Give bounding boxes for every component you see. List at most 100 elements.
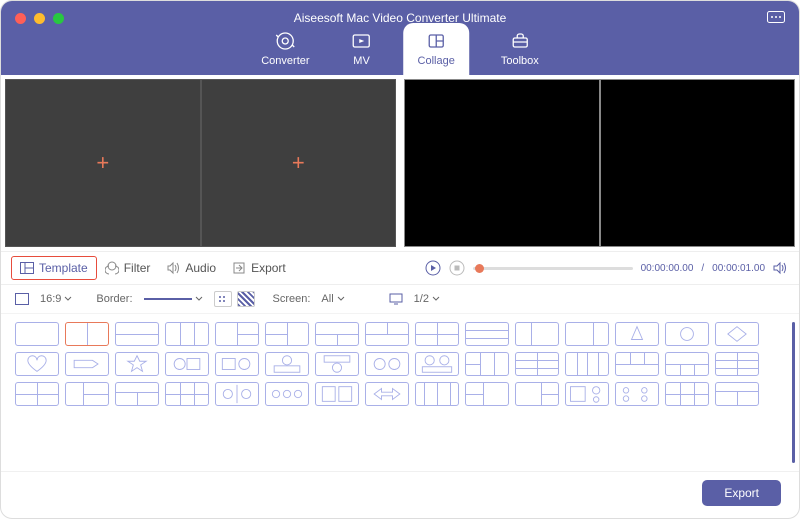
template-item[interactable] (215, 382, 259, 406)
template-item[interactable] (15, 322, 59, 346)
template-scrollbar[interactable] (792, 322, 795, 463)
template-item[interactable] (615, 352, 659, 376)
mv-icon (352, 31, 372, 51)
collage-canvas: + + (1, 75, 400, 251)
slider-knob[interactable] (475, 264, 484, 273)
template-item[interactable] (565, 322, 609, 346)
template-item[interactable] (65, 322, 109, 346)
template-item[interactable] (15, 352, 59, 376)
template-item[interactable] (165, 382, 209, 406)
preview-area: + + (1, 75, 799, 251)
template-item[interactable] (715, 382, 759, 406)
audio-icon (166, 261, 180, 275)
template-item[interactable] (465, 382, 509, 406)
screen-label: Screen: (273, 293, 311, 305)
template-item[interactable] (215, 322, 259, 346)
play-button[interactable] (425, 260, 441, 276)
template-item[interactable] (65, 352, 109, 376)
template-item[interactable] (165, 352, 209, 376)
template-item[interactable] (465, 352, 509, 376)
tab-label: Audio (185, 261, 216, 275)
monitor-icon (389, 293, 403, 305)
template-item[interactable] (315, 352, 359, 376)
app-title: Aiseesoft Mac Video Converter Ultimate (1, 1, 799, 25)
feedback-icon[interactable] (767, 11, 785, 30)
nav-label: Toolbox (501, 55, 539, 67)
nav-label: Collage (418, 55, 455, 67)
template-item[interactable] (665, 382, 709, 406)
stop-button[interactable] (449, 260, 465, 276)
tab-audio[interactable]: Audio (158, 257, 224, 279)
template-item[interactable] (315, 322, 359, 346)
template-item[interactable] (215, 352, 259, 376)
tab-filter[interactable]: Filter (97, 257, 159, 279)
template-item[interactable] (65, 382, 109, 406)
template-item[interactable] (565, 352, 609, 376)
template-item[interactable] (265, 322, 309, 346)
template-item[interactable] (515, 352, 559, 376)
template-item[interactable] (365, 352, 409, 376)
screen-select[interactable]: Screen: All (273, 291, 351, 307)
page-select[interactable]: 1/2 (389, 291, 446, 307)
minimize-button[interactable] (34, 13, 45, 24)
template-item[interactable] (115, 382, 159, 406)
footer: Export (1, 471, 799, 518)
time-total: 00:00:01.00 (712, 263, 765, 274)
template-item[interactable] (165, 322, 209, 346)
maximize-button[interactable] (53, 13, 64, 24)
aspect-ratio-select[interactable]: 16:9 (15, 291, 78, 307)
template-item[interactable] (115, 352, 159, 376)
tab-template[interactable]: Template (11, 256, 97, 280)
template-item[interactable] (265, 382, 309, 406)
tab-toolbox[interactable]: Toolbox (491, 25, 549, 75)
template-item[interactable] (415, 322, 459, 346)
template-item[interactable] (515, 322, 559, 346)
template-item[interactable] (15, 382, 59, 406)
tab-export[interactable]: Export (224, 257, 294, 279)
template-item[interactable] (715, 322, 759, 346)
border-style-select[interactable] (138, 293, 209, 305)
tab-label: Filter (124, 261, 151, 275)
template-item[interactable] (365, 382, 409, 406)
output-preview (400, 75, 799, 251)
nav-tabs: Converter MV Collage Toolbox (251, 23, 549, 75)
border-pattern-button[interactable] (237, 291, 255, 307)
tab-collage[interactable]: Collage (404, 23, 469, 75)
nav-label: MV (353, 55, 370, 67)
close-button[interactable] (15, 13, 26, 24)
chevron-down-icon (64, 295, 72, 303)
template-item[interactable] (515, 382, 559, 406)
template-item[interactable] (115, 322, 159, 346)
template-item[interactable] (665, 352, 709, 376)
tab-mv[interactable]: MV (342, 25, 382, 75)
options-row: 16:9 Border: Screen: All 1/2 (1, 285, 799, 314)
template-item[interactable] (615, 322, 659, 346)
template-item[interactable] (665, 322, 709, 346)
drop-cell-1[interactable]: + (5, 79, 201, 247)
playback-slider[interactable] (473, 267, 633, 270)
template-item[interactable] (415, 382, 459, 406)
template-item[interactable] (315, 382, 359, 406)
tab-converter[interactable]: Converter (251, 25, 319, 75)
template-item[interactable] (365, 322, 409, 346)
drop-cell-2[interactable]: + (201, 79, 397, 247)
template-item[interactable] (615, 382, 659, 406)
export-icon (232, 261, 246, 275)
volume-icon[interactable] (773, 261, 789, 275)
border-controls: Border: (96, 291, 254, 307)
template-item[interactable] (415, 352, 459, 376)
chevron-down-icon (337, 295, 345, 303)
preview-cell-2 (600, 79, 796, 247)
template-icon (20, 262, 34, 274)
nav-label: Converter (261, 55, 309, 67)
border-label: Border: (96, 293, 132, 305)
toolbox-icon (510, 31, 530, 51)
add-icon: + (292, 150, 305, 176)
template-item[interactable] (565, 382, 609, 406)
template-item[interactable] (465, 322, 509, 346)
template-item[interactable] (265, 352, 309, 376)
border-color-button[interactable] (214, 291, 232, 307)
export-button[interactable]: Export (702, 480, 781, 506)
template-item[interactable] (715, 352, 759, 376)
playback-controls: 00:00:00.00/00:00:01.00 (425, 260, 789, 276)
